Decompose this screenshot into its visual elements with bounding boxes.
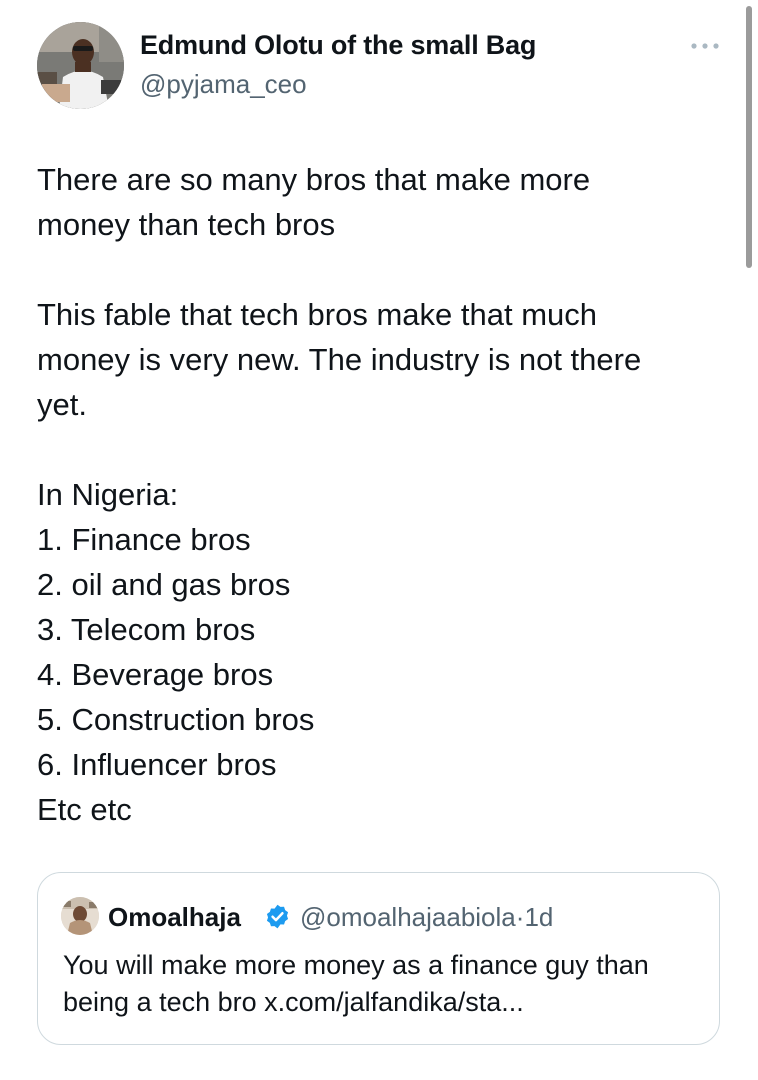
quoted-author-handle[interactable]: @omoalhajaabiola — [300, 902, 516, 932]
tweet-line: 1. Finance bros — [37, 522, 251, 557]
tweet-line: 6. Influencer bros — [37, 747, 277, 782]
profile-photo-icon — [61, 897, 99, 935]
tweet-line: 5. Construction bros — [37, 702, 315, 737]
quoted-tweet-time[interactable]: 1d — [524, 902, 553, 932]
tweet-line: 4. Beverage bros — [37, 657, 274, 692]
more-horizontal-icon[interactable] — [690, 34, 720, 58]
quoted-tweet-card[interactable]: Omoalhaja @omoalhajaabiola·1d You will m… — [37, 872, 720, 1045]
quoted-tweet-meta: @omoalhajaabiola·1d — [300, 902, 553, 933]
quoted-author-name[interactable]: Omoalhaja — [108, 902, 241, 933]
quoted-tweet-line[interactable]: being a tech bro x.com/jalfandika/sta... — [63, 984, 708, 1021]
tweet-line: Etc etc — [37, 792, 132, 827]
quoted-tweet-line: You will make more money as a finance gu… — [63, 950, 649, 980]
tweet: Edmund Olotu of the small Bag @pyjama_ce… — [0, 0, 758, 1080]
tweet-line: This fable that tech bros make that much — [37, 297, 597, 332]
tweet-body: There are so many bros that make more mo… — [37, 157, 727, 832]
tweet-line: money is very new. The industry is not t… — [37, 342, 642, 377]
tweet-line: 2. oil and gas bros — [37, 567, 291, 602]
tweet-line: money than tech bros — [37, 207, 336, 242]
quoted-tweet-body: You will make more money as a finance gu… — [63, 947, 708, 1021]
tweet-line: 3. Telecom bros — [37, 612, 256, 647]
author-display-name[interactable]: Edmund Olotu of the small Bag — [140, 30, 536, 61]
tweet-line: In Nigeria: — [37, 477, 179, 512]
tweet-line: yet. — [37, 387, 87, 422]
tweet-line: There are so many bros that make more — [37, 162, 591, 197]
author-avatar[interactable] — [37, 22, 124, 109]
scrollbar[interactable] — [746, 6, 752, 268]
verified-badge-icon — [264, 903, 291, 930]
author-handle[interactable]: @pyjama_ceo — [140, 69, 307, 100]
quoted-author-avatar[interactable] — [61, 897, 99, 935]
profile-photo-icon — [37, 22, 124, 109]
